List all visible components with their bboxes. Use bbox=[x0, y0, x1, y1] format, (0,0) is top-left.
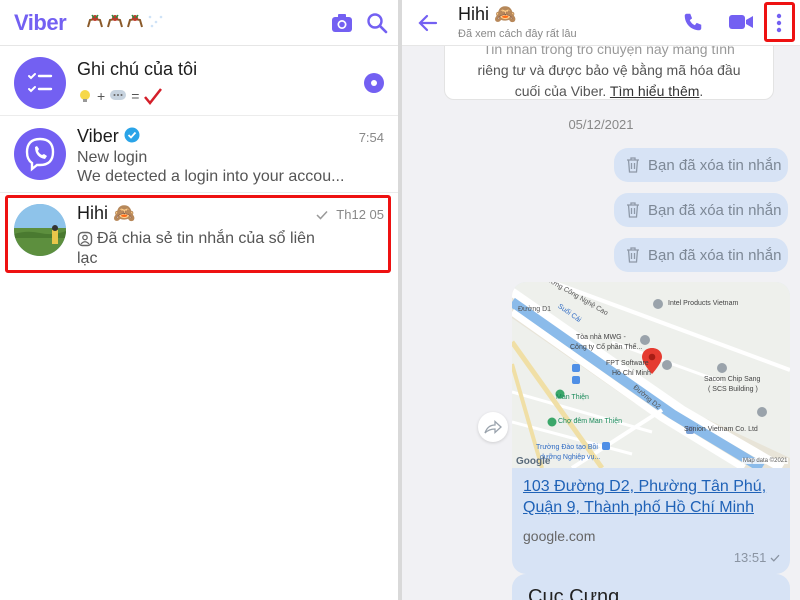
formula-text: = bbox=[131, 88, 140, 104]
reindeer-icon bbox=[127, 14, 143, 28]
app-brand: Viber bbox=[14, 10, 67, 35]
map-label: Công ty Cổ phần Thế... bbox=[570, 344, 643, 351]
forward-arrow-icon bbox=[484, 420, 502, 434]
reindeer-icon bbox=[87, 14, 103, 28]
info-line3: cuối của Viber. Tìm hiểu thêm. bbox=[514, 83, 704, 99]
chat-title: Ghi chú của tôi bbox=[77, 59, 198, 79]
map-label: FPT Software bbox=[606, 360, 649, 367]
brand-decoration bbox=[86, 13, 164, 29]
deleted-message-bubble[interactable]: Bạn đã xóa tin nhắn bbox=[614, 148, 788, 182]
map-label: Man Thiện bbox=[556, 394, 589, 401]
deleted-message-bubble[interactable]: Bạn đã xóa tin nhắn bbox=[614, 238, 788, 272]
highlight-box bbox=[764, 2, 795, 42]
snow-sparkle-icon bbox=[148, 15, 163, 28]
sent-check-icon bbox=[770, 554, 780, 562]
map-label: Intel Products Vietnam bbox=[668, 300, 739, 307]
checklist-icon bbox=[28, 73, 53, 93]
verified-badge-icon bbox=[124, 127, 140, 143]
link-domain: google.com bbox=[523, 528, 596, 544]
chat-preview-line1: New login bbox=[77, 149, 148, 166]
learn-more-link[interactable]: Tìm hiểu thêm bbox=[610, 83, 699, 99]
notes-preview: + = bbox=[77, 87, 163, 105]
highlight-box bbox=[5, 195, 391, 273]
conversation-header: Hihi 🙈 Đã xem cách đây rất lâu bbox=[402, 0, 800, 46]
deleted-message-bubble[interactable]: Bạn đã xóa tin nhắn bbox=[614, 193, 788, 227]
reindeer-icon bbox=[107, 14, 123, 28]
speech-bubble-icon bbox=[110, 90, 127, 100]
chat-item-viber[interactable]: Viber 7:54 New login We detected a login… bbox=[0, 116, 398, 192]
forward-button[interactable] bbox=[478, 412, 508, 442]
chat-list-panel: Viber Ghi chú của tôi + = Viber 7:54 New… bbox=[0, 0, 398, 600]
next-message-bubble[interactable]: Cục Cưng bbox=[512, 574, 790, 600]
chat-preview-line2: We detected a login into your accou... bbox=[77, 168, 345, 185]
next-message-text: Cục Cưng bbox=[528, 586, 620, 600]
back-arrow-icon[interactable] bbox=[416, 11, 440, 35]
conversation-title: Hihi 🙈 bbox=[458, 4, 517, 24]
map-label: Trường Đào tạo Bồi bbox=[536, 444, 598, 451]
unread-indicator bbox=[364, 73, 384, 93]
checkmark-icon bbox=[144, 88, 163, 105]
date-separator: 05/12/2021 bbox=[568, 117, 634, 132]
map-label: Chợ đêm Man Thiện bbox=[558, 418, 622, 425]
map-graphic bbox=[512, 282, 790, 468]
trash-icon bbox=[627, 247, 639, 263]
address-link[interactable]: 103 Đường D2, Phường Tân Phú, Quận 9, Th… bbox=[523, 476, 783, 518]
map-label: Sonion Vietnam Co. Ltd bbox=[684, 426, 758, 433]
google-logo: Google bbox=[516, 456, 551, 467]
phone-call-icon[interactable] bbox=[682, 11, 704, 33]
deleted-message-text: Bạn đã xóa tin nhắn bbox=[648, 246, 782, 264]
viber-logo-icon bbox=[25, 137, 55, 172]
map-label: ( SCS Building ) bbox=[708, 386, 758, 393]
chat-title: Viber bbox=[77, 126, 119, 146]
info-line2: riêng tư và được bảo vệ bằng mã hóa đầu bbox=[477, 62, 741, 78]
deleted-message-text: Bạn đã xóa tin nhắn bbox=[648, 201, 782, 219]
trash-icon bbox=[627, 157, 639, 173]
message-time: 13:51 bbox=[734, 550, 780, 565]
camera-icon[interactable] bbox=[330, 11, 354, 35]
last-seen-status: Đã xem cách đây rất lâu bbox=[458, 28, 577, 40]
chat-item-my-notes[interactable]: Ghi chú của tôi + = bbox=[0, 47, 398, 115]
map-label: Đường D1 bbox=[518, 306, 552, 313]
notes-avatar bbox=[14, 57, 66, 109]
map-attribution: Map data ©2021 bbox=[742, 458, 789, 464]
map-preview[interactable]: Đường Công Nghệ Cao Đường D1 Suối Cái In… bbox=[512, 282, 790, 468]
location-message-bubble[interactable]: Đường Công Nghệ Cao Đường D1 Suối Cái In… bbox=[512, 282, 790, 574]
deleted-message-text: Bạn đã xóa tin nhắn bbox=[648, 156, 782, 174]
conversation-panel: Tin nhắn trong trò chuyện này mang tính … bbox=[402, 0, 800, 600]
video-call-icon[interactable] bbox=[728, 12, 754, 32]
lightbulb-icon bbox=[80, 90, 90, 102]
chat-time: 7:54 bbox=[358, 130, 384, 145]
map-label: Hồ Chí Minh bbox=[612, 370, 651, 377]
map-label: Sacom Chip Sang bbox=[704, 376, 761, 383]
trash-icon bbox=[627, 202, 639, 218]
chat-list-header: Viber bbox=[0, 0, 398, 46]
map-label: Tòa nhà MWG - bbox=[576, 334, 626, 341]
viber-avatar bbox=[14, 128, 66, 180]
formula-text: + bbox=[97, 88, 106, 104]
search-icon[interactable] bbox=[365, 11, 389, 35]
